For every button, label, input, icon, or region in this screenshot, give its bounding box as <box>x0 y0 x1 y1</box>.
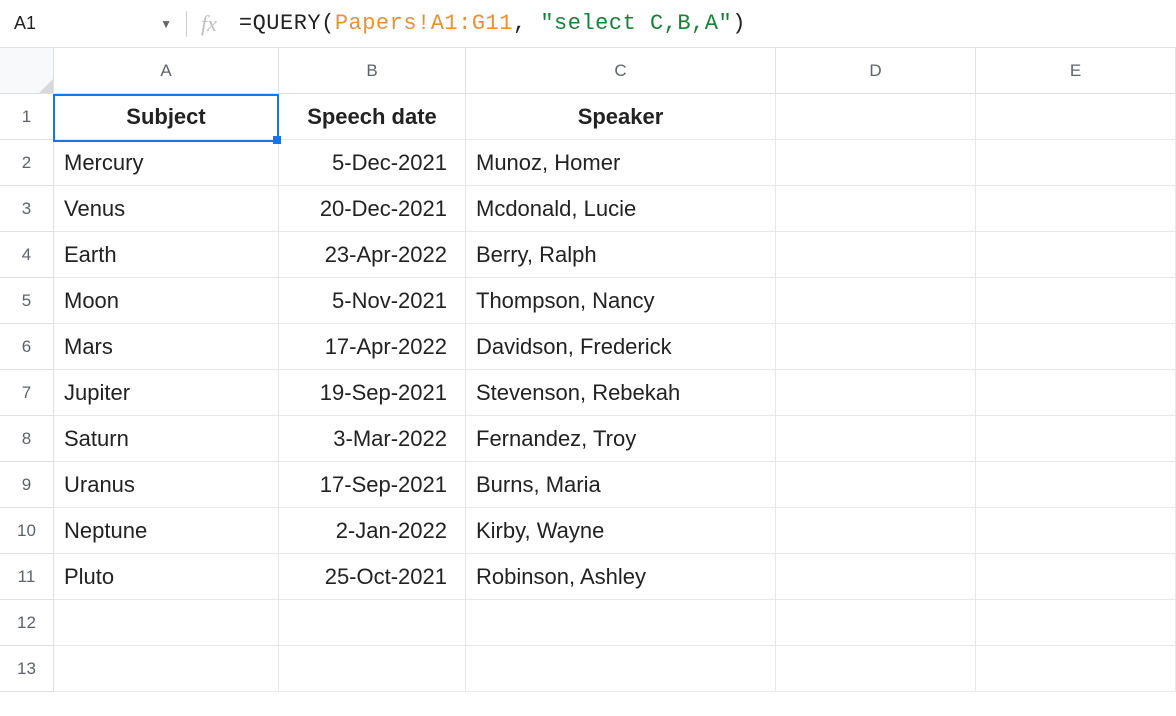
cell-A1[interactable]: Subject <box>54 94 279 140</box>
cell-D9[interactable] <box>776 462 976 508</box>
cell-A11[interactable]: Pluto <box>54 554 279 600</box>
divider <box>186 11 187 37</box>
formula-input[interactable]: =QUERY(Papers!A1:G11, "select C,B,A") <box>239 11 746 36</box>
cell-D7[interactable] <box>776 370 976 416</box>
cell-E7[interactable] <box>976 370 1176 416</box>
name-box-value: A1 <box>14 13 36 34</box>
cell-C13[interactable] <box>466 646 776 692</box>
row-header-8[interactable]: 8 <box>0 416 54 462</box>
cell-D13[interactable] <box>776 646 976 692</box>
row-header-5[interactable]: 5 <box>0 278 54 324</box>
cell-C5[interactable]: Thompson, Nancy <box>466 278 776 324</box>
cell-E10[interactable] <box>976 508 1176 554</box>
cell-C11[interactable]: Robinson, Ashley <box>466 554 776 600</box>
cell-B10[interactable]: 2-Jan-2022 <box>279 508 466 554</box>
row-header-1[interactable]: 1 <box>0 94 54 140</box>
row-header-3[interactable]: 3 <box>0 186 54 232</box>
cell-D11[interactable] <box>776 554 976 600</box>
cell-C3[interactable]: Mcdonald, Lucie <box>466 186 776 232</box>
cell-B2[interactable]: 5-Dec-2021 <box>279 140 466 186</box>
row-header-7[interactable]: 7 <box>0 370 54 416</box>
cell-E8[interactable] <box>976 416 1176 462</box>
cell-C1[interactable]: Speaker <box>466 94 776 140</box>
cell-A12[interactable] <box>54 600 279 646</box>
col-header-A[interactable]: A <box>54 48 279 94</box>
formula-sep: , <box>513 11 540 36</box>
cell-E4[interactable] <box>976 232 1176 278</box>
cell-B12[interactable] <box>279 600 466 646</box>
cell-C9[interactable]: Burns, Maria <box>466 462 776 508</box>
cell-B11[interactable]: 25-Oct-2021 <box>279 554 466 600</box>
row-header-12[interactable]: 12 <box>0 600 54 646</box>
cell-A3[interactable]: Venus <box>54 186 279 232</box>
cell-E1[interactable] <box>976 94 1176 140</box>
cell-D2[interactable] <box>776 140 976 186</box>
cell-B13[interactable] <box>279 646 466 692</box>
chevron-down-icon[interactable]: ▼ <box>160 17 172 31</box>
cell-E11[interactable] <box>976 554 1176 600</box>
cell-C7[interactable]: Stevenson, Rebekah <box>466 370 776 416</box>
cell-D3[interactable] <box>776 186 976 232</box>
spreadsheet-window: A1 ▼ fx =QUERY(Papers!A1:G11, "select C,… <box>0 0 1176 716</box>
cell-B3[interactable]: 20-Dec-2021 <box>279 186 466 232</box>
row-header-4[interactable]: 4 <box>0 232 54 278</box>
cell-E3[interactable] <box>976 186 1176 232</box>
cell-A9[interactable]: Uranus <box>54 462 279 508</box>
cell-D12[interactable] <box>776 600 976 646</box>
cell-B7[interactable]: 19-Sep-2021 <box>279 370 466 416</box>
col-header-E[interactable]: E <box>976 48 1176 94</box>
cell-C12[interactable] <box>466 600 776 646</box>
cell-B9[interactable]: 17-Sep-2021 <box>279 462 466 508</box>
cell-D5[interactable] <box>776 278 976 324</box>
cell-B6[interactable]: 17-Apr-2022 <box>279 324 466 370</box>
cell-A5[interactable]: Moon <box>54 278 279 324</box>
cell-D10[interactable] <box>776 508 976 554</box>
formula-func: =QUERY <box>239 11 321 36</box>
cell-A13[interactable] <box>54 646 279 692</box>
cell-C2[interactable]: Munoz, Homer <box>466 140 776 186</box>
col-header-B[interactable]: B <box>279 48 466 94</box>
cell-E2[interactable] <box>976 140 1176 186</box>
cell-D1[interactable] <box>776 94 976 140</box>
cell-A4[interactable]: Earth <box>54 232 279 278</box>
formula-open: ( <box>321 11 335 36</box>
name-box[interactable]: A1 ▼ <box>6 6 180 42</box>
select-all-corner[interactable] <box>0 48 54 94</box>
cell-C8[interactable]: Fernandez, Troy <box>466 416 776 462</box>
cell-A8[interactable]: Saturn <box>54 416 279 462</box>
cell-C10[interactable]: Kirby, Wayne <box>466 508 776 554</box>
cell-A7[interactable]: Jupiter <box>54 370 279 416</box>
cell-A6[interactable]: Mars <box>54 324 279 370</box>
row-header-10[interactable]: 10 <box>0 508 54 554</box>
formula-ref: Papers!A1:G11 <box>335 11 513 36</box>
cell-E12[interactable] <box>976 600 1176 646</box>
cell-B5[interactable]: 5-Nov-2021 <box>279 278 466 324</box>
cell-E5[interactable] <box>976 278 1176 324</box>
cell-A10[interactable]: Neptune <box>54 508 279 554</box>
cell-D4[interactable] <box>776 232 976 278</box>
cell-C4[interactable]: Berry, Ralph <box>466 232 776 278</box>
formula-bar: A1 ▼ fx =QUERY(Papers!A1:G11, "select C,… <box>0 0 1176 48</box>
cell-D8[interactable] <box>776 416 976 462</box>
cell-E13[interactable] <box>976 646 1176 692</box>
sheet-grid[interactable]: A B C D E 1 Subject Speech date Speaker … <box>0 48 1176 692</box>
row-header-6[interactable]: 6 <box>0 324 54 370</box>
row-header-13[interactable]: 13 <box>0 646 54 692</box>
cell-B4[interactable]: 23-Apr-2022 <box>279 232 466 278</box>
cell-B1[interactable]: Speech date <box>279 94 466 140</box>
cell-E6[interactable] <box>976 324 1176 370</box>
col-header-D[interactable]: D <box>776 48 976 94</box>
cell-C6[interactable]: Davidson, Frederick <box>466 324 776 370</box>
formula-close: ) <box>732 11 746 36</box>
cell-E9[interactable] <box>976 462 1176 508</box>
row-header-11[interactable]: 11 <box>0 554 54 600</box>
fx-icon[interactable]: fx <box>201 11 217 37</box>
cell-A2[interactable]: Mercury <box>54 140 279 186</box>
cell-B8[interactable]: 3-Mar-2022 <box>279 416 466 462</box>
formula-str: "select C,B,A" <box>540 11 732 36</box>
row-header-9[interactable]: 9 <box>0 462 54 508</box>
col-header-C[interactable]: C <box>466 48 776 94</box>
cell-D6[interactable] <box>776 324 976 370</box>
row-header-2[interactable]: 2 <box>0 140 54 186</box>
